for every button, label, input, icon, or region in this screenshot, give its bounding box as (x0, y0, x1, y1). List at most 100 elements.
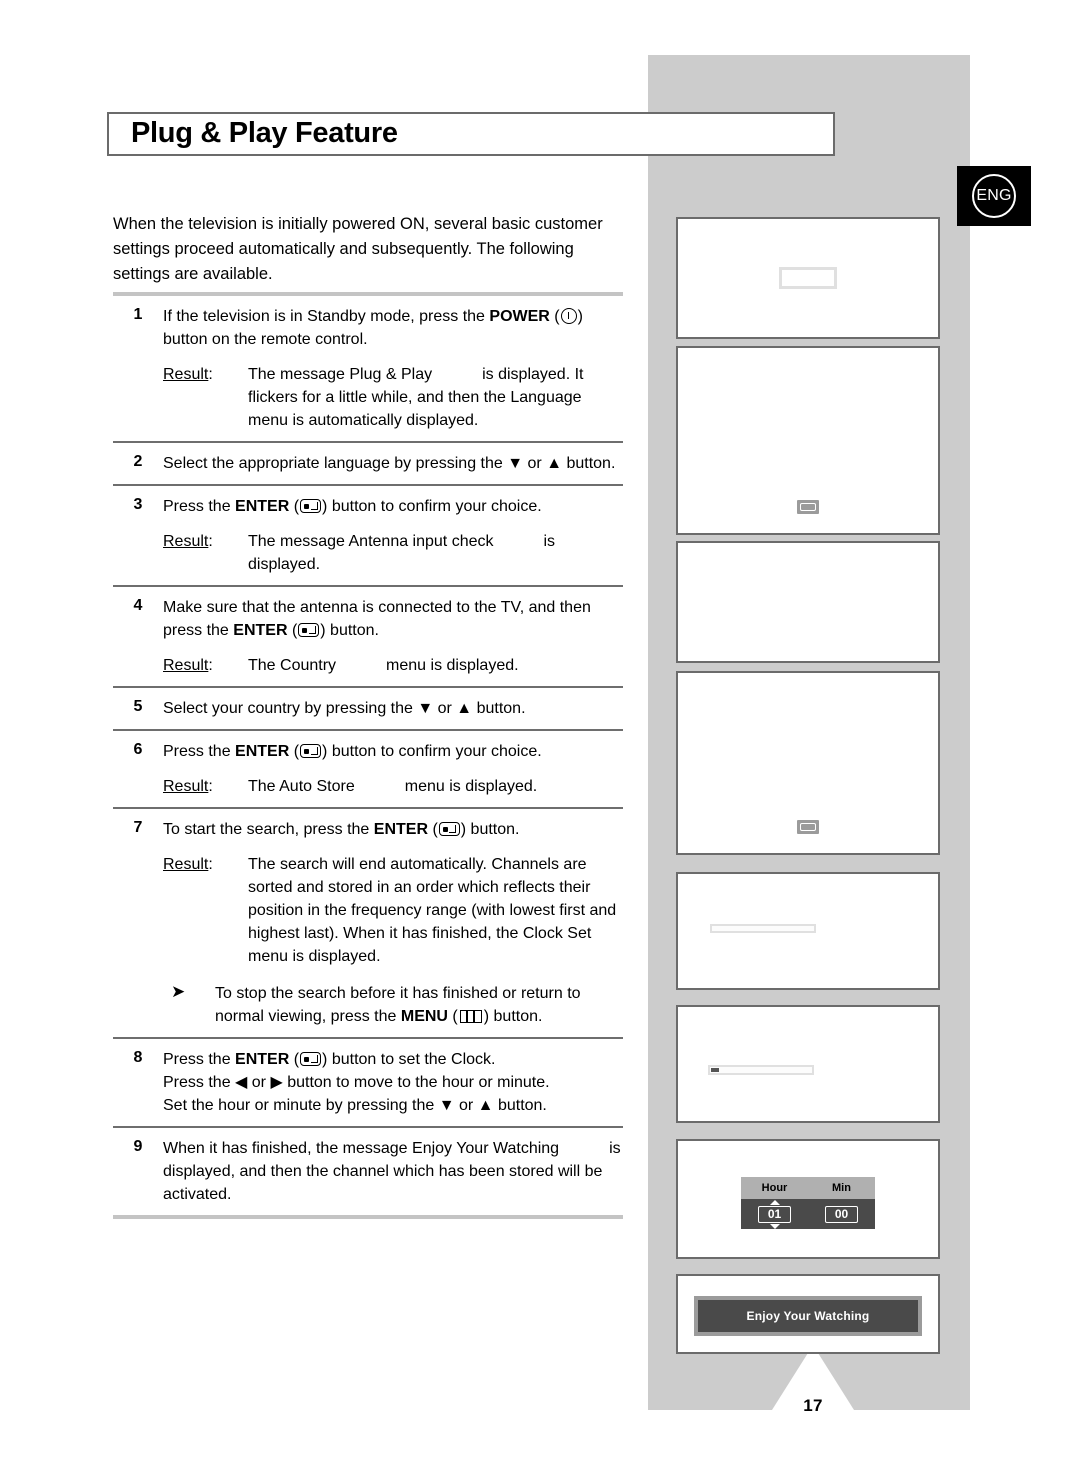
osd-enter-key-icon (797, 500, 819, 514)
result-text-a: The message Plug & Play (248, 366, 433, 383)
key-name: MENU (400, 1008, 448, 1025)
screenshot-auto-store-start (676, 872, 940, 990)
clock-hour-label: Hour (761, 1182, 788, 1194)
result-label: Result: (163, 530, 248, 576)
step-body: When it has finished, the message Enjoy … (163, 1137, 623, 1206)
osd-clock-set: Hour Min 01 00 (741, 1177, 875, 1229)
power-icon (560, 308, 577, 324)
step-text-cont: ) button. (320, 622, 379, 639)
screenshot-auto-store-progress (676, 1005, 940, 1123)
step-body: If the television is in Standby mode, pr… (163, 305, 623, 432)
step-7: 7 To start the search, press the ENTER (… (113, 809, 623, 1037)
note-arrow-icon: ➤ (171, 982, 186, 1001)
result-text: The Auto Store menu is displayed. (248, 775, 623, 798)
enter-icon (300, 744, 322, 758)
result-label: Result: (163, 775, 248, 798)
key-name: ENTER (235, 498, 290, 515)
step-body: Press the ENTER () button to set the Clo… (163, 1051, 550, 1114)
result-text: The message Antenna input check is displa… (248, 530, 623, 576)
step-body: Make sure that the antenna is connected … (163, 596, 623, 677)
result-text: The search will end automatically. Chann… (248, 856, 617, 965)
step-6: 6 Press the ENTER () button to confirm y… (113, 731, 623, 807)
menu-icon (459, 1010, 482, 1023)
result-row: Result: The message Plug & Play is displa… (163, 363, 623, 432)
result-colon: : (208, 366, 213, 383)
step-2: 2 Select the appropriate language by pre… (113, 443, 623, 484)
result-label-text: Result (163, 657, 209, 674)
enter-icon (438, 822, 460, 836)
key-name: POWER (489, 308, 550, 325)
screenshot-antenna-input-check (676, 346, 940, 535)
osd-enter-key-icon (797, 820, 819, 834)
result-label: Result: (163, 654, 248, 677)
step-text: When it has finished, the message Enjoy … (163, 1140, 560, 1157)
step-text: Press the (163, 498, 236, 515)
step-number: 1 (133, 306, 143, 323)
result-colon: : (208, 657, 213, 674)
step-text-cont: ) button to confirm your choice. (322, 498, 542, 515)
step-number: 4 (133, 597, 143, 614)
step-number: 9 (133, 1138, 143, 1155)
step-4: 4 Make sure that the antenna is connecte… (113, 587, 623, 686)
note-text: To stop the search before it has finishe… (215, 985, 581, 1025)
steps-list: 1 If the television is in Standby mode, … (113, 292, 623, 1219)
result-label: Result: (163, 853, 248, 968)
result-colon: : (208, 856, 213, 873)
osd-progress-fill (711, 1068, 719, 1072)
result-text-a: The Auto Store (248, 778, 355, 795)
step-1: 1 If the television is in Standby mode, … (113, 296, 623, 441)
enter-icon (300, 499, 322, 513)
clock-hour-cell[interactable]: 01 (741, 1199, 808, 1229)
key-name: ENTER (373, 821, 428, 838)
key-name: ENTER (233, 622, 288, 639)
result-label: Result: (163, 363, 248, 432)
step-text-cont: ) button. (460, 821, 520, 838)
step-number: 2 (133, 453, 143, 470)
step-line-2: Press the ◀ or ▶ button to move to the h… (163, 1074, 550, 1091)
step-9: 9 When it has finished, the message Enjo… (113, 1128, 623, 1215)
key-name: ENTER (235, 1051, 290, 1068)
screenshot-language-menu (676, 217, 940, 339)
result-row: Result: The Country menu is displayed. (163, 654, 623, 677)
step-number: 8 (133, 1049, 143, 1066)
step-line-3: Set the hour or minute by pressing the ▼… (163, 1097, 547, 1114)
result-row: Result: The message Antenna input check i… (163, 530, 623, 576)
step-text-cont: ) button to confirm your choice. (322, 743, 542, 760)
language-tab-eng: ENG (957, 166, 1031, 226)
step-number: 7 (133, 819, 143, 836)
screenshot-auto-store-menu (676, 671, 940, 855)
osd-progress-bar (708, 1065, 814, 1075)
language-tab-label: ENG (972, 174, 1016, 218)
step-text: To start the search, press the (163, 821, 374, 838)
enter-icon (298, 623, 320, 637)
osd-language-placeholder (779, 267, 837, 289)
step-body: To start the search, press the ENTER () … (163, 818, 623, 1028)
step-number: 3 (133, 496, 143, 513)
chevron-up-icon[interactable] (769, 1199, 780, 1205)
step-text: If the television is in Standby mode, pr… (163, 308, 490, 325)
result-text: The message Plug & Play is displayed. It … (248, 363, 623, 432)
osd-enjoy-banner: Enjoy Your Watching (694, 1296, 922, 1336)
step-text-cont: ) button to set the Clock. (322, 1051, 496, 1068)
result-colon: : (208, 778, 213, 795)
screenshot-clock-set: Hour Min 01 00 (676, 1139, 940, 1259)
clock-hour-value[interactable]: 01 (757, 1205, 792, 1223)
result-label-text: Result (163, 366, 209, 383)
result-label-text: Result (163, 533, 209, 550)
result-row: Result: The Auto Store menu is displayed. (163, 775, 623, 798)
clock-header-row: Hour Min (741, 1177, 875, 1199)
clock-value-row: 01 00 (741, 1199, 875, 1229)
step-body: Select the appropriate language by press… (163, 455, 616, 472)
clock-min-cell[interactable]: 00 (808, 1205, 875, 1223)
page-number: 17 (803, 1396, 823, 1415)
osd-enjoy-banner-text: Enjoy Your Watching (698, 1300, 918, 1332)
result-text-b: menu is displayed. (404, 778, 538, 795)
chevron-down-icon[interactable] (769, 1223, 780, 1229)
step-body: Select your country by pressing the ▼ or… (163, 700, 526, 717)
page-title: Plug & Play Feature (131, 116, 398, 149)
clock-min-value[interactable]: 00 (824, 1205, 859, 1223)
page-title-box: Plug & Play Feature (107, 112, 835, 156)
step-8: 8 Press the ENTER () button to set the C… (113, 1039, 623, 1126)
result-label-text: Result (163, 778, 209, 795)
osd-empty-bar (710, 924, 816, 933)
